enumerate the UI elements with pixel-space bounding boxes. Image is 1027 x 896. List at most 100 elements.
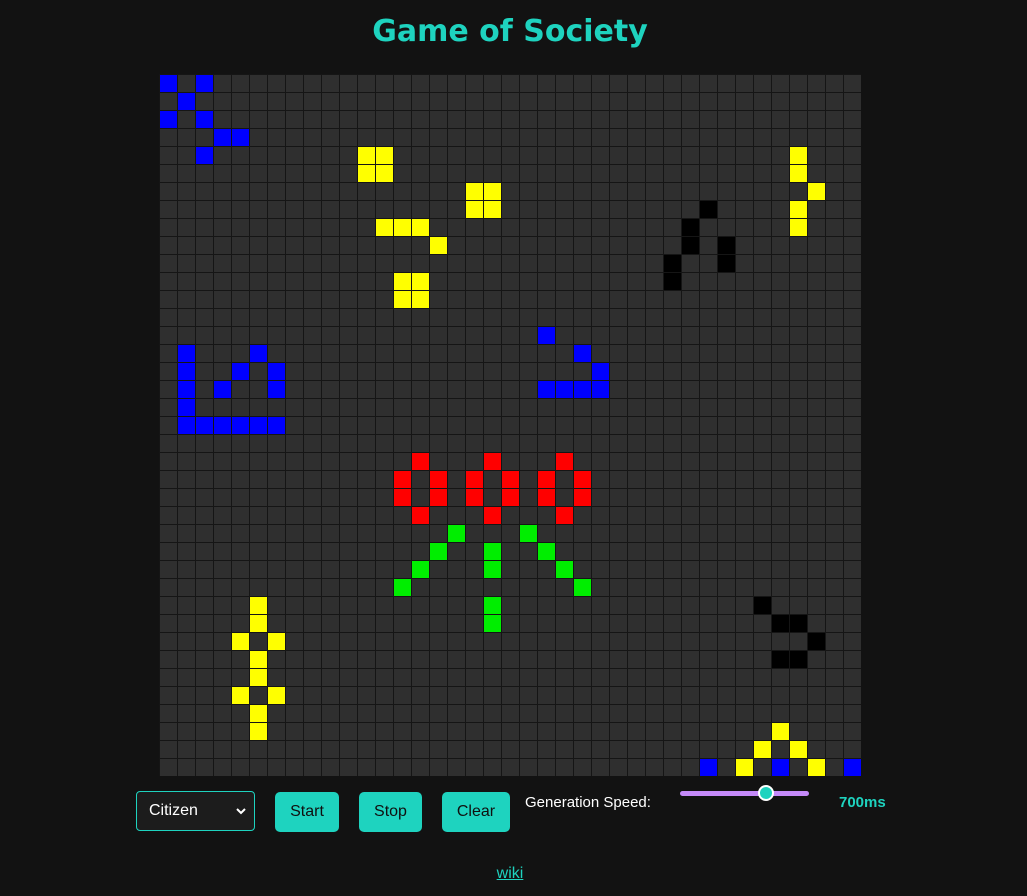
live-cell[interactable] (502, 489, 519, 506)
board-cell[interactable] (286, 687, 303, 704)
board-cell[interactable] (808, 561, 825, 578)
board-cell[interactable] (790, 597, 807, 614)
board-cell[interactable] (664, 633, 681, 650)
board-cell[interactable] (754, 489, 771, 506)
board-cell[interactable] (808, 705, 825, 722)
board-cell[interactable] (754, 129, 771, 146)
board-cell[interactable] (250, 489, 267, 506)
board-cell[interactable] (466, 327, 483, 344)
board-cell[interactable] (196, 219, 213, 236)
board-cell[interactable] (772, 579, 789, 596)
board-cell[interactable] (736, 183, 753, 200)
board-cell[interactable] (556, 327, 573, 344)
board-cell[interactable] (790, 453, 807, 470)
board-cell[interactable] (304, 345, 321, 362)
live-cell[interactable] (772, 723, 789, 740)
board-cell[interactable] (736, 201, 753, 218)
board-cell[interactable] (340, 507, 357, 524)
board-cell[interactable] (592, 75, 609, 92)
board-cell[interactable] (178, 507, 195, 524)
live-cell[interactable] (268, 633, 285, 650)
board-cell[interactable] (556, 579, 573, 596)
board-cell[interactable] (736, 399, 753, 416)
board-cell[interactable] (214, 651, 231, 668)
board-cell[interactable] (772, 273, 789, 290)
board-cell[interactable] (700, 327, 717, 344)
board-cell[interactable] (646, 489, 663, 506)
board-cell[interactable] (340, 561, 357, 578)
board-cell[interactable] (286, 255, 303, 272)
board-cell[interactable] (754, 111, 771, 128)
board-cell[interactable] (214, 273, 231, 290)
board-cell[interactable] (322, 687, 339, 704)
board-cell[interactable] (610, 165, 627, 182)
board-cell[interactable] (700, 615, 717, 632)
board-cell[interactable] (826, 489, 843, 506)
board-cell[interactable] (610, 75, 627, 92)
board-cell[interactable] (160, 705, 177, 722)
board-cell[interactable] (718, 363, 735, 380)
board-cell[interactable] (700, 363, 717, 380)
board-cell[interactable] (358, 345, 375, 362)
board-cell[interactable] (322, 399, 339, 416)
board-cell[interactable] (286, 543, 303, 560)
board-cell[interactable] (538, 705, 555, 722)
live-cell[interactable] (358, 147, 375, 164)
board-cell[interactable] (232, 597, 249, 614)
board-cell[interactable] (502, 165, 519, 182)
board-cell[interactable] (196, 237, 213, 254)
board-cell[interactable] (610, 237, 627, 254)
live-cell[interactable] (574, 381, 591, 398)
board-cell[interactable] (466, 363, 483, 380)
board-cell[interactable] (250, 111, 267, 128)
board-cell[interactable] (340, 399, 357, 416)
board-cell[interactable] (556, 489, 573, 506)
board-cell[interactable] (250, 687, 267, 704)
live-cell[interactable] (268, 687, 285, 704)
board-cell[interactable] (178, 687, 195, 704)
board-cell[interactable] (250, 93, 267, 110)
board-cell[interactable] (304, 741, 321, 758)
board-cell[interactable] (160, 399, 177, 416)
board-cell[interactable] (358, 381, 375, 398)
board-cell[interactable] (700, 165, 717, 182)
board-cell[interactable] (718, 507, 735, 524)
board-cell[interactable] (574, 453, 591, 470)
board-cell[interactable] (376, 309, 393, 326)
board-cell[interactable] (160, 417, 177, 434)
board-cell[interactable] (592, 255, 609, 272)
board-cell[interactable] (160, 633, 177, 650)
board-cell[interactable] (502, 723, 519, 740)
board-cell[interactable] (718, 741, 735, 758)
board-cell[interactable] (268, 525, 285, 542)
board-cell[interactable] (754, 723, 771, 740)
board-cell[interactable] (754, 147, 771, 164)
live-cell[interactable] (232, 363, 249, 380)
board-cell[interactable] (520, 291, 537, 308)
board-cell[interactable] (538, 345, 555, 362)
board-cell[interactable] (286, 615, 303, 632)
board-cell[interactable] (700, 705, 717, 722)
board-cell[interactable] (646, 183, 663, 200)
board-cell[interactable] (196, 489, 213, 506)
board-cell[interactable] (286, 489, 303, 506)
board-cell[interactable] (736, 129, 753, 146)
board-cell[interactable] (250, 759, 267, 776)
board-cell[interactable] (754, 183, 771, 200)
board-cell[interactable] (484, 345, 501, 362)
board-cell[interactable] (754, 363, 771, 380)
board-cell[interactable] (412, 327, 429, 344)
board-cell[interactable] (322, 147, 339, 164)
board-cell[interactable] (448, 273, 465, 290)
board-cell[interactable] (538, 435, 555, 452)
board-cell[interactable] (790, 561, 807, 578)
board-cell[interactable] (322, 183, 339, 200)
board-cell[interactable] (790, 309, 807, 326)
board-cell[interactable] (646, 435, 663, 452)
board-cell[interactable] (826, 309, 843, 326)
board-cell[interactable] (844, 579, 861, 596)
board-cell[interactable] (736, 435, 753, 452)
board-cell[interactable] (844, 669, 861, 686)
board-cell[interactable] (538, 219, 555, 236)
board-cell[interactable] (376, 579, 393, 596)
